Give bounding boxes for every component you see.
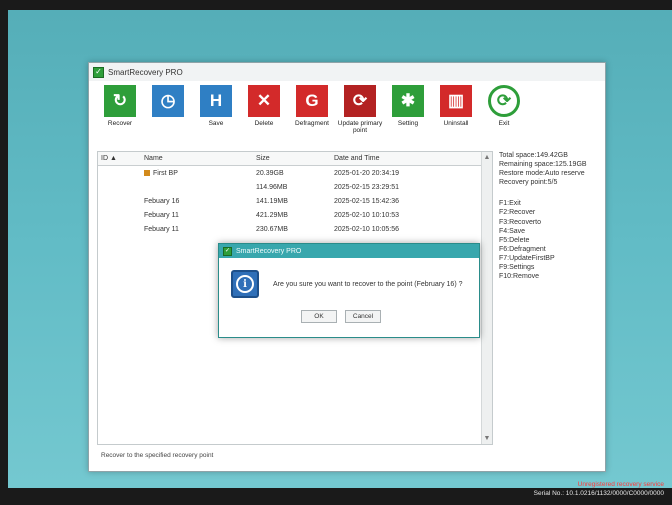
ok-button[interactable]: OK — [301, 310, 337, 323]
row-size: 421.29MB — [256, 211, 288, 219]
row-date: 2025-01-20 20:34:19 — [334, 169, 399, 177]
list-scrollbar[interactable]: ▲ ▼ — [481, 152, 492, 444]
row-size: 114.96MB — [256, 183, 288, 191]
column-header-date[interactable]: Date and Time — [334, 155, 476, 162]
watermark-line-1: Unregistered recovery service — [577, 481, 664, 488]
row-size: 230.67MB — [256, 225, 288, 233]
desktop-background: ✓ SmartRecovery PRO ↻ Recover ◷ H Save ✕… — [8, 10, 672, 497]
dialog-title-bar: ✓ SmartRecovery PRO — [219, 244, 479, 258]
row-name: Febuary 11 — [144, 211, 179, 219]
table-row[interactable]: Febuary 11 421.29MB 2025-02-10 10:10:53 — [98, 208, 492, 222]
remaining-space: Remaining space:125.19GB — [499, 161, 587, 169]
row-size: 20.39GB — [256, 169, 284, 177]
dialog-title: SmartRecovery PRO — [236, 247, 302, 255]
delete-button-label: Delete — [254, 120, 274, 127]
defragment-button[interactable]: G Defragment — [289, 85, 335, 127]
clock-icon: ◷ — [152, 85, 184, 117]
delete-icon: ✕ — [248, 85, 280, 117]
table-row[interactable]: Febuary 16 141.19MB 2025-02-15 15:42:36 — [98, 194, 492, 208]
column-header-name[interactable]: Name — [140, 155, 256, 162]
exit-button-label: Exit — [498, 120, 510, 127]
uninstall-icon: ▥ — [440, 85, 472, 117]
scroll-up-arrow-icon[interactable]: ▲ — [482, 152, 492, 163]
scroll-down-arrow-icon[interactable]: ▼ — [482, 433, 492, 444]
setting-icon: ✱ — [392, 85, 424, 117]
title-bar: ✓ SmartRecovery PRO — [89, 63, 605, 81]
status-bar: Recover to the specified recovery point — [101, 451, 214, 459]
recovery-point-count: Recovery point:5/5 — [499, 179, 558, 187]
shortcut-item: F4:Save — [499, 227, 526, 235]
shortcut-item: F9:Settings — [499, 264, 535, 272]
app-logo-icon: ✓ — [93, 66, 104, 78]
update-primary-point-label: Update primary point — [337, 120, 383, 135]
defragment-icon: G — [296, 85, 328, 117]
exit-button[interactable]: ⟳ Exit — [481, 85, 527, 127]
toolbar: ↻ Recover ◷ H Save ✕ Delete G Defragment… — [89, 85, 605, 145]
shortcut-item: F3:Recoverto — [499, 218, 542, 226]
column-header-id[interactable]: ID ▲ — [98, 155, 140, 162]
row-name: Febuary 16 — [144, 197, 180, 205]
table-row[interactable]: First BP 20.39GB 2025-01-20 20:34:19 — [98, 166, 492, 180]
restore-mode: Restore mode:Auto reserve — [499, 170, 585, 178]
row-date: 2025-02-15 23:29:51 — [334, 183, 399, 191]
recover-to-button[interactable]: ◷ — [145, 85, 191, 120]
recover-icon: ↻ — [104, 85, 136, 117]
save-icon: H — [200, 85, 232, 117]
update-primary-point-button[interactable]: ⟳ Update primary point — [337, 85, 383, 135]
recover-button[interactable]: ↻ Recover — [97, 85, 143, 127]
shortcut-item: F1:Exit — [499, 200, 521, 208]
row-date: 2025-02-15 15:42:36 — [334, 197, 399, 205]
watermark: Unregistered recovery service Serial No.… — [534, 480, 664, 498]
row-date: 2025-02-10 10:10:53 — [334, 211, 399, 219]
column-header-size[interactable]: Size — [256, 155, 334, 162]
uninstall-button[interactable]: ▥ Uninstall — [433, 85, 479, 127]
shortcut-item: F7:UpdateFirstBP — [499, 254, 555, 262]
defragment-button-label: Defragment — [295, 120, 329, 127]
shortcut-item: F2:Recover — [499, 209, 536, 217]
watermark-line-2: Serial No.: 10.1.0216/1132/0000/C0000/00… — [533, 490, 664, 498]
app-logo-icon: ✓ — [223, 246, 232, 256]
shortcut-item: F6:Defragment — [499, 245, 546, 253]
row-size: 141.19MB — [256, 197, 288, 205]
setting-button-label: Setting — [397, 120, 419, 127]
table-row[interactable]: Febuary 11 230.67MB 2025-02-10 10:05:56 — [98, 222, 492, 236]
info-panel: Total space:149.42GB Remaining space:125… — [499, 151, 603, 445]
total-space: Total space:149.42GB — [499, 152, 568, 159]
info-icon: i — [231, 270, 259, 298]
dialog-message: Are you sure you want to recover to the … — [273, 280, 463, 288]
save-button[interactable]: H Save — [193, 85, 239, 127]
exit-icon: ⟳ — [488, 85, 520, 117]
base-point-icon — [144, 170, 150, 176]
list-header: ID ▲ Name Size Date and Time — [98, 152, 492, 166]
delete-button[interactable]: ✕ Delete — [241, 85, 287, 127]
update-icon: ⟳ — [344, 85, 376, 117]
cancel-button[interactable]: Cancel — [345, 310, 381, 323]
shortcut-item: F10:Remove — [499, 273, 540, 281]
window-title: SmartRecovery PRO — [108, 67, 183, 77]
confirm-dialog: ✓ SmartRecovery PRO i Are you sure you w… — [218, 243, 480, 338]
row-date: 2025-02-10 10:05:56 — [334, 225, 399, 233]
recover-button-label: Recover — [107, 120, 133, 127]
table-row[interactable]: 114.96MB 2025-02-15 23:29:51 — [98, 180, 492, 194]
setting-button[interactable]: ✱ Setting — [385, 85, 431, 127]
save-button-label: Save — [208, 120, 224, 127]
shortcut-item: F5:Delete — [499, 236, 530, 244]
uninstall-button-label: Uninstall — [443, 120, 469, 127]
row-name: Febuary 11 — [144, 225, 179, 233]
row-name: First BP — [153, 169, 178, 177]
